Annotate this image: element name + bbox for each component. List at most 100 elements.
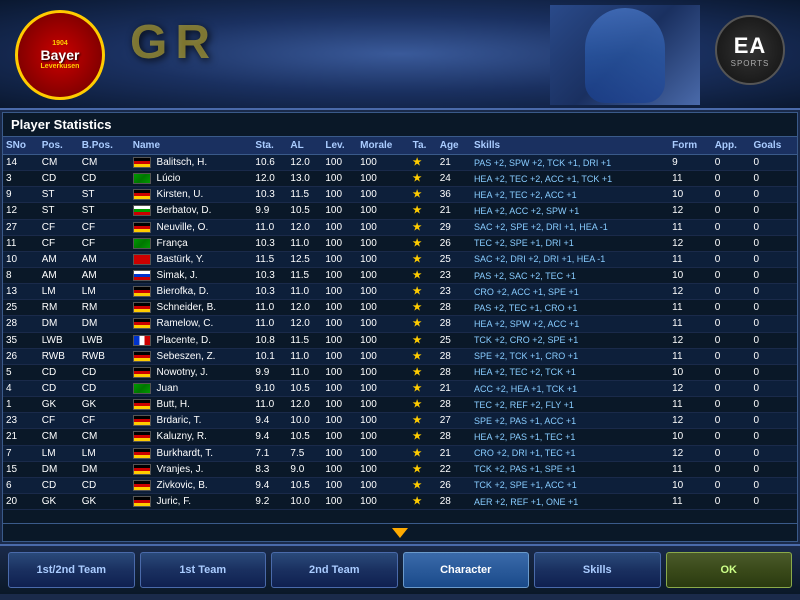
table-row[interactable]: 4 CD CD Juan 9.10 10.5 100 100 ★ 21 ACC … xyxy=(3,380,797,396)
table-row[interactable]: 13 LM LM Bierofka, D. 10.3 11.0 100 100 … xyxy=(3,284,797,300)
cell-form: 11 xyxy=(669,316,712,332)
table-row[interactable]: 11 CF CF França 10.3 11.0 100 100 ★ 26 T… xyxy=(3,235,797,251)
cell-goals: 0 xyxy=(750,364,797,380)
scroll-area[interactable] xyxy=(3,523,797,541)
cell-name: Lúcio xyxy=(130,171,253,187)
cell-bpos: CD xyxy=(79,380,130,396)
cell-skills: CRO +2, ACC +1, SPE +1 xyxy=(471,284,669,300)
cell-form: 12 xyxy=(669,235,712,251)
cell-lev: 100 xyxy=(322,461,357,477)
cell-sta: 9.10 xyxy=(252,380,287,396)
col-skills: Skills xyxy=(471,137,669,155)
cell-lev: 100 xyxy=(322,300,357,316)
cell-morale: 100 xyxy=(357,235,410,251)
table-row[interactable]: 20 GK GK Juric, F. 9.2 10.0 100 100 ★ 28… xyxy=(3,493,797,509)
cell-sno: 21 xyxy=(3,429,39,445)
cell-lev: 100 xyxy=(322,267,357,283)
cell-al: 11.0 xyxy=(287,348,322,364)
ea-sports: SPORTS xyxy=(731,59,770,68)
cell-ta: ★ xyxy=(410,364,437,380)
table-row[interactable]: 9 ST ST Kirsten, U. 10.3 11.5 100 100 ★ … xyxy=(3,187,797,203)
nav-1st-team[interactable]: 1st Team xyxy=(140,552,267,588)
cell-al: 12.0 xyxy=(287,300,322,316)
table-row[interactable]: 26 RWB RWB Sebeszen, Z. 10.1 11.0 100 10… xyxy=(3,348,797,364)
cell-skills: TCK +2, PAS +1, SPE +1 xyxy=(471,461,669,477)
nav-character[interactable]: Character xyxy=(403,552,530,588)
cell-name: Zivkovic, B. xyxy=(130,477,253,493)
table-row[interactable]: 21 CM CM Kaluzny, R. 9.4 10.5 100 100 ★ … xyxy=(3,429,797,445)
table-row[interactable]: 27 CF CF Neuville, O. 11.0 12.0 100 100 … xyxy=(3,219,797,235)
table-row[interactable]: 28 DM DM Ramelow, C. 11.0 12.0 100 100 ★… xyxy=(3,316,797,332)
table-row[interactable]: 25 RM RM Schneider, B. 11.0 12.0 100 100… xyxy=(3,300,797,316)
cell-pos: LWB xyxy=(39,332,79,348)
cell-app: 0 xyxy=(712,235,751,251)
cell-morale: 100 xyxy=(357,203,410,219)
cell-bpos: CF xyxy=(79,413,130,429)
table-row[interactable]: 5 CD CD Nowotny, J. 9.9 11.0 100 100 ★ 2… xyxy=(3,364,797,380)
nav-skills[interactable]: Skills xyxy=(534,552,661,588)
cell-al: 11.5 xyxy=(287,187,322,203)
nav-2nd-team[interactable]: 2nd Team xyxy=(271,552,398,588)
cell-name: Simak, J. xyxy=(130,267,253,283)
cell-sno: 28 xyxy=(3,316,39,332)
cell-goals: 0 xyxy=(750,284,797,300)
cell-goals: 0 xyxy=(750,267,797,283)
scroll-down-arrow[interactable] xyxy=(392,528,408,538)
cell-morale: 100 xyxy=(357,284,410,300)
col-form: Form xyxy=(669,137,712,155)
cell-lev: 100 xyxy=(322,364,357,380)
col-morale: Morale xyxy=(357,137,410,155)
cell-bpos: LM xyxy=(79,284,130,300)
cell-sno: 5 xyxy=(3,364,39,380)
cell-app: 0 xyxy=(712,429,751,445)
cell-sno: 10 xyxy=(3,251,39,267)
table-row[interactable]: 35 LWB LWB Placente, D. 10.8 11.5 100 10… xyxy=(3,332,797,348)
table-row[interactable]: 12 ST ST Berbatov, D. 9.9 10.5 100 100 ★… xyxy=(3,203,797,219)
table-row[interactable]: 8 AM AM Simak, J. 10.3 11.5 100 100 ★ 23… xyxy=(3,267,797,283)
cell-lev: 100 xyxy=(322,413,357,429)
cell-age: 28 xyxy=(437,397,471,413)
cell-morale: 100 xyxy=(357,477,410,493)
cell-goals: 0 xyxy=(750,251,797,267)
cell-pos: DM xyxy=(39,461,79,477)
table-header: SNo Pos. B.Pos. Name Sta. AL Lev. Morale… xyxy=(3,137,797,155)
cell-app: 0 xyxy=(712,461,751,477)
cell-name: Bierofka, D. xyxy=(130,284,253,300)
cell-al: 10.5 xyxy=(287,203,322,219)
table-row[interactable]: 3 CD CD Lúcio 12.0 13.0 100 100 ★ 24 HEA… xyxy=(3,171,797,187)
table-row[interactable]: 7 LM LM Burkhardt, T. 7.1 7.5 100 100 ★ … xyxy=(3,445,797,461)
cell-app: 0 xyxy=(712,316,751,332)
cell-name: Placente, D. xyxy=(130,332,253,348)
nav-ok[interactable]: OK xyxy=(666,552,793,588)
cell-age: 26 xyxy=(437,477,471,493)
cell-lev: 100 xyxy=(322,397,357,413)
cell-al: 10.5 xyxy=(287,380,322,396)
cell-morale: 100 xyxy=(357,380,410,396)
cell-al: 11.0 xyxy=(287,284,322,300)
table-row[interactable]: 23 CF CF Brdaric, T. 9.4 10.0 100 100 ★ … xyxy=(3,413,797,429)
nav-1st-2nd-team[interactable]: 1st/2nd Team xyxy=(8,552,135,588)
cell-goals: 0 xyxy=(750,397,797,413)
cell-ta: ★ xyxy=(410,397,437,413)
cell-morale: 100 xyxy=(357,461,410,477)
cell-al: 10.0 xyxy=(287,493,322,509)
table-row[interactable]: 6 CD CD Zivkovic, B. 9.4 10.5 100 100 ★ … xyxy=(3,477,797,493)
cell-goals: 0 xyxy=(750,332,797,348)
table-row[interactable]: 15 DM DM Vranjes, J. 8.3 9.0 100 100 ★ 2… xyxy=(3,461,797,477)
player-photo xyxy=(550,5,700,105)
cell-skills: PAS +2, SPW +2, TCK +1, DRI +1 xyxy=(471,155,669,171)
table-row[interactable]: 10 AM AM Bastürk, Y. 11.5 12.5 100 100 ★… xyxy=(3,251,797,267)
table-row[interactable]: 1 GK GK Butt, H. 11.0 12.0 100 100 ★ 28 … xyxy=(3,397,797,413)
cell-skills: TEC +2, REF +2, FLY +1 xyxy=(471,397,669,413)
cell-sno: 20 xyxy=(3,493,39,509)
club-city: Leverkusen xyxy=(41,63,80,70)
table-container[interactable]: SNo Pos. B.Pos. Name Sta. AL Lev. Morale… xyxy=(3,137,797,523)
cell-ta: ★ xyxy=(410,267,437,283)
cell-name: Neuville, O. xyxy=(130,219,253,235)
cell-form: 10 xyxy=(669,187,712,203)
table-row[interactable]: 14 CM CM Balitsch, H. 10.6 12.0 100 100 … xyxy=(3,155,797,171)
cell-skills: ACC +2, HEA +1, TCK +1 xyxy=(471,380,669,396)
cell-lev: 100 xyxy=(322,380,357,396)
cell-morale: 100 xyxy=(357,187,410,203)
cell-age: 21 xyxy=(437,155,471,171)
